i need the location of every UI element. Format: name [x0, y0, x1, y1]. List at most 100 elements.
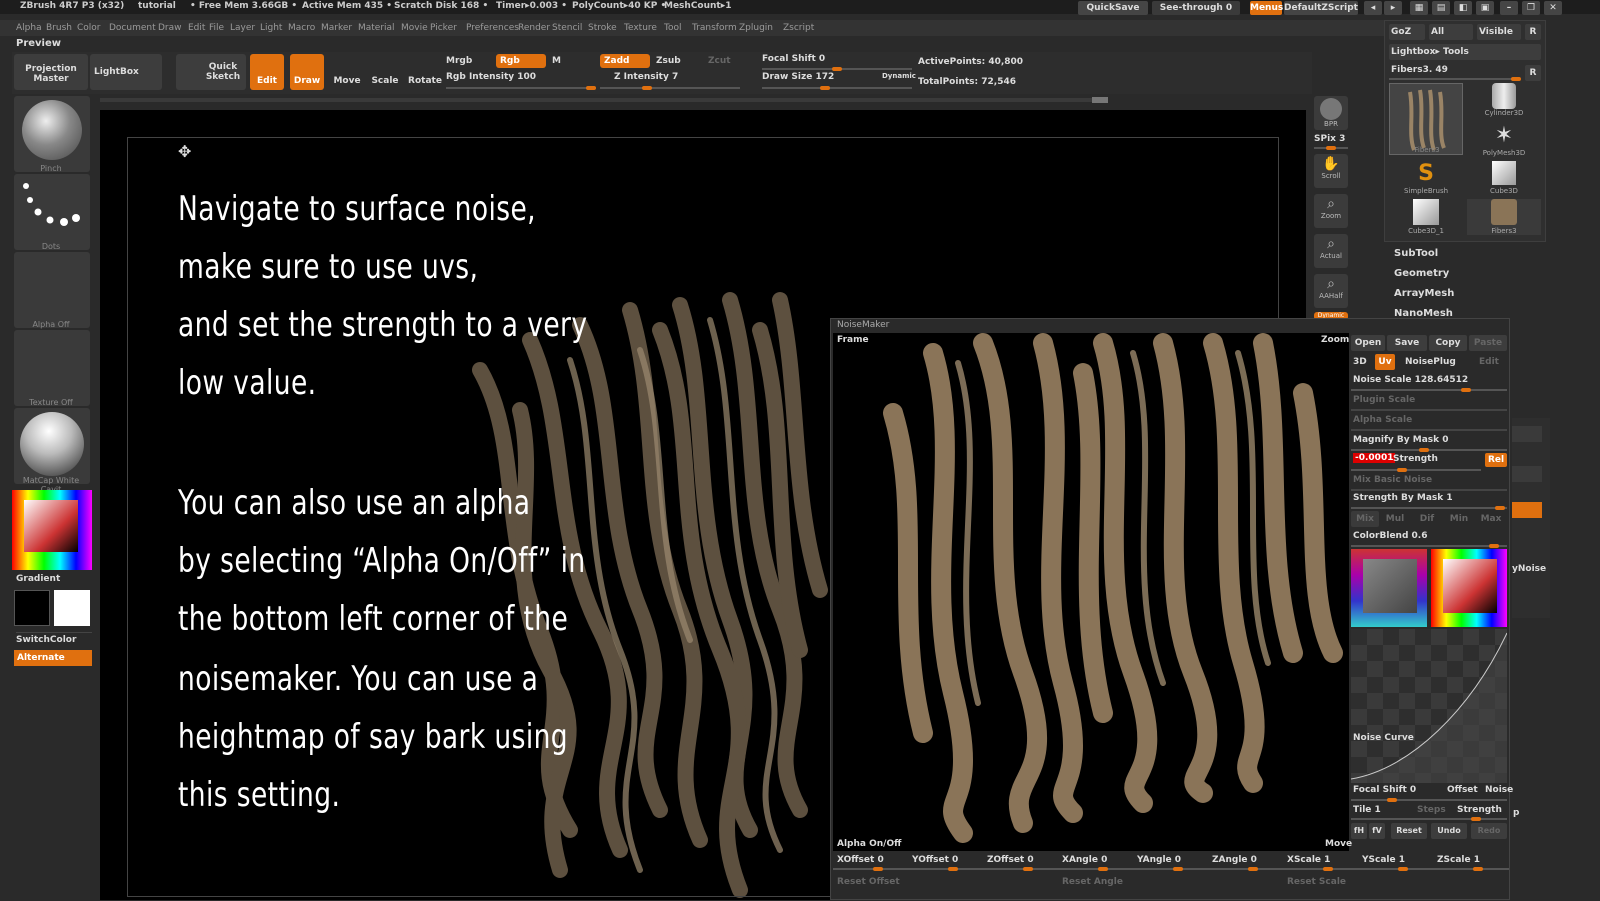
noise-scale-track[interactable] [1351, 388, 1507, 392]
bpr-button[interactable]: BPR [1314, 96, 1348, 130]
open-button[interactable]: Open [1351, 335, 1385, 351]
menu-picker[interactable]: Picker [430, 23, 457, 33]
menu-zplugin[interactable]: Zplugin [739, 23, 773, 33]
menu-alpha[interactable]: Alpha [16, 23, 42, 33]
layout-left-icon[interactable]: ◂ [1364, 1, 1382, 15]
focal-shift-slider[interactable]: Focal Shift 0 [762, 54, 825, 64]
ui-icon-1[interactable]: ▦ [1410, 1, 1428, 15]
actual-button[interactable]: ⌕ Actual [1314, 234, 1348, 268]
menu-transform[interactable]: Transform [692, 23, 737, 33]
tool-thumb-cube3d-1[interactable]: Cube3D_1 [1389, 199, 1463, 235]
z-intensity-track[interactable] [600, 86, 740, 90]
alpha-onoff-button[interactable]: Alpha On/Off [837, 839, 901, 849]
zoom-nm-button[interactable]: Zoom [1321, 335, 1349, 345]
tool-thumb-simplebrush[interactable]: S SimpleBrush [1389, 161, 1463, 197]
menu-macro[interactable]: Macro [288, 23, 315, 33]
spix-slider[interactable]: SPix 3 [1314, 134, 1345, 144]
save-button[interactable]: Save [1387, 335, 1427, 351]
menus-button[interactable]: Menus [1250, 1, 1283, 15]
reset-scale-button[interactable]: Reset Scale [1287, 877, 1346, 887]
layout-right-icon[interactable]: ▸ [1384, 1, 1402, 15]
mix-mode-mul[interactable]: Mul [1381, 511, 1409, 527]
zangle-slider[interactable]: ZAngle 0 [1212, 855, 1257, 865]
tool-thumb-cube3d[interactable]: Cube3D [1467, 161, 1541, 197]
ui-icon-3[interactable]: ◧ [1454, 1, 1472, 15]
zscale-slider[interactable]: ZScale 1 [1437, 855, 1480, 865]
menu-file[interactable]: File [209, 23, 224, 33]
copy-button[interactable]: Copy [1429, 335, 1467, 351]
alpha-scale-track[interactable] [1351, 429, 1507, 431]
curve-sliders-track-1[interactable] [1351, 798, 1507, 802]
reset-button[interactable]: Reset [1391, 823, 1427, 839]
menu-document[interactable]: Document [109, 23, 156, 33]
move-button[interactable]: Move [330, 54, 364, 90]
surface-noise-button[interactable]: yNoise [1512, 564, 1546, 574]
horizontal-scrollbar[interactable] [100, 97, 1108, 103]
3d-button[interactable]: 3D [1353, 357, 1367, 367]
all-button[interactable]: All [1429, 24, 1473, 40]
zscript-button[interactable]: DefaultZScript [1284, 1, 1358, 15]
menu-zscript[interactable]: Zscript [783, 23, 814, 33]
yoffset-slider[interactable]: YOffset 0 [912, 855, 958, 865]
tool-thumb-cylinder[interactable]: Cylinder3D [1467, 83, 1541, 119]
quicksave-button[interactable]: QuickSave [1078, 1, 1148, 15]
uv-button[interactable]: Uv [1375, 354, 1395, 370]
rotate-button[interactable]: Rotate [408, 54, 442, 90]
strength-by-mask-track[interactable] [1351, 506, 1507, 510]
visible-button[interactable]: Visible [1477, 24, 1521, 40]
rgb-intensity-slider[interactable]: Rgb Intensity 100 [446, 72, 536, 82]
geometry-menu[interactable]: Geometry [1394, 268, 1449, 279]
nm-focal-shift-slider[interactable]: Focal Shift 0 [1353, 785, 1416, 795]
edit-nm-button[interactable]: Edit [1479, 357, 1499, 367]
spix-track[interactable] [1314, 146, 1348, 150]
menu-stroke[interactable]: Stroke [588, 23, 617, 33]
noise-scale-slider[interactable]: Noise Scale 128.64512 [1353, 375, 1468, 385]
arraymesh-menu[interactable]: ArrayMesh [1394, 288, 1454, 299]
aahalf-button[interactable]: ⌕ AAHalf [1314, 274, 1348, 308]
redo-button[interactable]: Redo [1471, 823, 1507, 839]
plugin-scale-slider[interactable]: Plugin Scale [1353, 395, 1415, 405]
lightbox-tools-button[interactable]: Lightbox▸ Tools [1389, 44, 1541, 60]
current-tool-slider[interactable]: Fibers3. 49 [1391, 65, 1448, 75]
alpha-scale-slider[interactable]: Alpha Scale [1353, 415, 1412, 425]
z-intensity-slider[interactable]: Z Intensity 7 [614, 72, 678, 82]
plugin-scale-track[interactable] [1351, 409, 1507, 411]
mix-mode-max[interactable]: Max [1477, 511, 1505, 527]
tool-slider-track[interactable] [1389, 77, 1521, 81]
yscale-slider[interactable]: YScale 1 [1362, 855, 1405, 865]
xscale-slider[interactable]: XScale 1 [1287, 855, 1330, 865]
mrgb-button[interactable]: Mrgb [446, 56, 472, 66]
zoffset-slider[interactable]: ZOffset 0 [987, 855, 1034, 865]
curve-strength-slider[interactable]: Strength [1457, 805, 1502, 815]
noiseplug-button[interactable]: NoisePlug [1405, 357, 1456, 367]
noise-curve-editor[interactable]: Noise Curve [1350, 629, 1508, 783]
tile-slider[interactable]: Tile 1 [1353, 805, 1381, 815]
brush-pinch-button[interactable] [14, 96, 90, 172]
menu-texture[interactable]: Texture [624, 23, 657, 33]
steps-slider[interactable]: Steps [1417, 805, 1446, 815]
strength-track[interactable] [1351, 468, 1481, 472]
rel-button[interactable]: Rel [1485, 453, 1507, 467]
seethrough-slider[interactable]: See-through 0 [1152, 1, 1240, 15]
strength-slider[interactable]: Strength [1393, 454, 1438, 464]
menu-edit[interactable]: Edit [188, 23, 205, 33]
close-icon[interactable]: ✕ [1544, 1, 1562, 15]
noise-color-picker-2[interactable] [1431, 549, 1507, 627]
r-button[interactable]: R [1525, 24, 1541, 40]
rgb-intensity-track[interactable] [446, 86, 596, 90]
focal-shift-track[interactable] [762, 67, 912, 71]
restore-icon[interactable]: ❐ [1522, 1, 1540, 15]
frame-button[interactable]: Frame [837, 335, 869, 345]
tool-thumb-fibers3[interactable]: Fibers3 [1389, 83, 1463, 155]
reset-offset-button[interactable]: Reset Offset [837, 877, 900, 887]
ui-icon-2[interactable]: ▤ [1432, 1, 1450, 15]
zoom-button[interactable]: ⌕ Zoom [1314, 194, 1348, 228]
lightbox-button[interactable]: LightBox [90, 54, 162, 90]
goz-button[interactable]: GoZ [1389, 24, 1425, 40]
draw-size-slider[interactable]: Draw Size 172 [762, 72, 834, 82]
menu-marker[interactable]: Marker [321, 23, 352, 33]
transform-sliders-track[interactable] [833, 867, 1509, 871]
zsub-button[interactable]: Zsub [656, 56, 681, 66]
noise-slider[interactable]: Noise [1485, 785, 1513, 795]
projection-master-button[interactable]: Projection Master [14, 54, 88, 90]
